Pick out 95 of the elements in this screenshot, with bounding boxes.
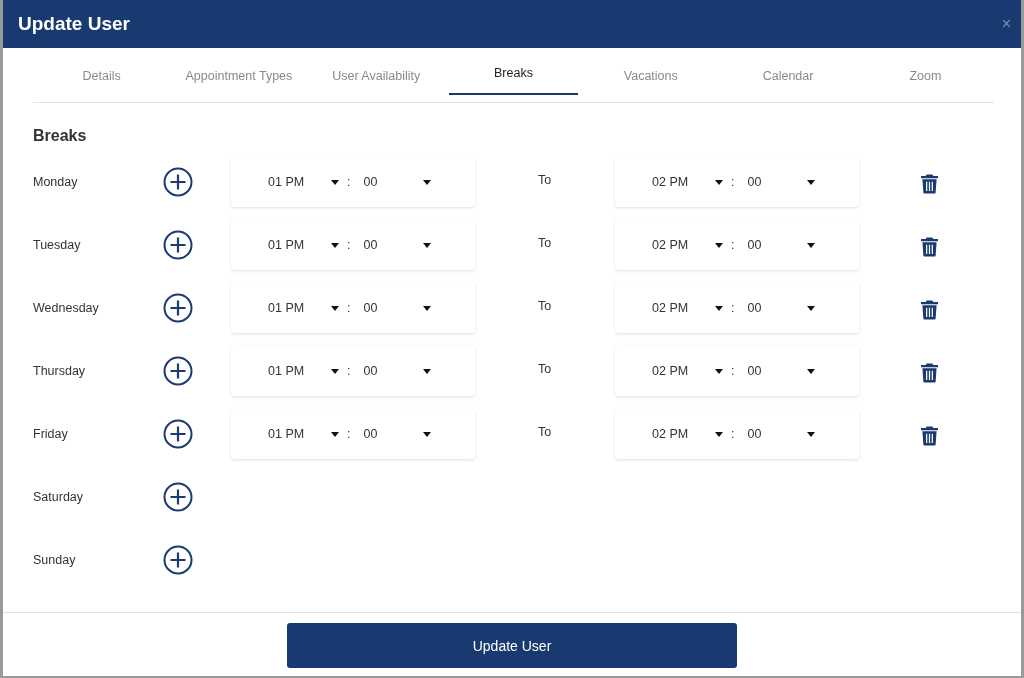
- to-label: To: [537, 172, 553, 187]
- update-user-button[interactable]: Update User: [287, 623, 737, 668]
- minute-select[interactable]: 00: [363, 427, 424, 441]
- trash-icon[interactable]: [921, 300, 938, 320]
- caret-icon: [715, 431, 723, 437]
- to-label: To: [537, 235, 553, 250]
- minute-select[interactable]: 00: [363, 301, 424, 315]
- minute-select[interactable]: 00: [363, 175, 424, 189]
- caret-icon: [331, 305, 339, 311]
- time-picker[interactable]: 02 PM : 00: [615, 409, 859, 459]
- tab[interactable]: Details: [37, 48, 167, 102]
- tab[interactable]: Vacations: [586, 48, 716, 102]
- day-label: Wednesday: [33, 300, 100, 315]
- caret-icon: [331, 368, 339, 374]
- caret-icon: [715, 368, 723, 374]
- caret-icon: [807, 242, 816, 248]
- caret-icon: [715, 179, 723, 185]
- caret-icon: [423, 368, 432, 374]
- caret-icon: [807, 368, 816, 374]
- time-picker[interactable]: 01 PM : 00: [231, 220, 475, 270]
- add-circle-icon[interactable]: [163, 230, 193, 260]
- hour-select[interactable]: 01 PM: [268, 364, 331, 378]
- caret-icon: [331, 179, 339, 185]
- day-label: Sunday: [33, 552, 77, 567]
- hour-select[interactable]: 01 PM: [268, 238, 331, 252]
- caret-icon: [423, 431, 432, 437]
- caret-icon: [807, 431, 816, 437]
- tab[interactable]: Appointment Types: [174, 48, 304, 102]
- window-title: Update User: [18, 13, 130, 35]
- to-label: To: [537, 298, 553, 313]
- time-separator: :: [347, 175, 351, 189]
- time-separator: :: [347, 301, 351, 315]
- day-label: Saturday: [33, 489, 85, 504]
- caret-icon: [423, 305, 432, 311]
- day-label: Tuesday: [33, 237, 82, 252]
- time-picker[interactable]: 01 PM : 00: [231, 157, 475, 207]
- close-button[interactable]: ×: [1001, 15, 1011, 33]
- tab[interactable]: Breaks: [448, 48, 579, 95]
- add-circle-icon[interactable]: [163, 293, 193, 323]
- time-picker[interactable]: 01 PM : 00: [231, 283, 475, 333]
- hour-select[interactable]: 02 PM: [652, 427, 715, 441]
- add-circle-icon[interactable]: [163, 167, 193, 197]
- time-picker[interactable]: 01 PM : 00: [231, 346, 475, 396]
- hour-select[interactable]: 01 PM: [268, 427, 331, 441]
- to-label: To: [537, 424, 553, 439]
- day-label: Thursday: [33, 363, 87, 378]
- caret-icon: [423, 242, 432, 248]
- time-separator: :: [347, 427, 351, 441]
- time-separator: :: [731, 427, 735, 441]
- tab[interactable]: Calendar: [723, 48, 853, 102]
- time-picker[interactable]: 02 PM : 00: [615, 157, 859, 207]
- time-picker[interactable]: 02 PM : 00: [615, 346, 859, 396]
- add-circle-icon[interactable]: [163, 482, 193, 512]
- trash-icon[interactable]: [921, 426, 938, 446]
- tab[interactable]: User Availability: [311, 48, 441, 102]
- hour-select[interactable]: 02 PM: [652, 301, 715, 315]
- time-picker[interactable]: 02 PM : 00: [615, 283, 859, 333]
- day-label: Friday: [33, 426, 69, 441]
- caret-icon: [331, 431, 339, 437]
- trash-icon[interactable]: [921, 363, 938, 383]
- add-circle-icon[interactable]: [163, 545, 193, 575]
- minute-select[interactable]: 00: [747, 427, 808, 441]
- day-label: Monday: [33, 174, 79, 189]
- time-separator: :: [347, 238, 351, 252]
- hour-select[interactable]: 02 PM: [652, 175, 715, 189]
- caret-icon: [715, 305, 723, 311]
- minute-select[interactable]: 00: [363, 364, 424, 378]
- trash-icon[interactable]: [921, 174, 938, 194]
- time-separator: :: [347, 364, 351, 378]
- caret-icon: [807, 305, 816, 311]
- add-circle-icon[interactable]: [163, 356, 193, 386]
- hour-select[interactable]: 02 PM: [652, 238, 715, 252]
- trash-icon[interactable]: [921, 237, 938, 257]
- caret-icon: [331, 242, 339, 248]
- time-separator: :: [731, 364, 735, 378]
- caret-icon: [715, 242, 723, 248]
- time-separator: :: [731, 175, 735, 189]
- hour-select[interactable]: 02 PM: [652, 364, 715, 378]
- time-picker[interactable]: 02 PM : 00: [615, 220, 859, 270]
- add-circle-icon[interactable]: [163, 419, 193, 449]
- to-label: To: [537, 361, 553, 376]
- minute-select[interactable]: 00: [747, 238, 808, 252]
- time-separator: :: [731, 238, 735, 252]
- time-separator: :: [731, 301, 735, 315]
- tab[interactable]: Zoom: [860, 48, 990, 102]
- hour-select[interactable]: 01 PM: [268, 301, 331, 315]
- section-title: Breaks: [33, 127, 88, 145]
- time-picker[interactable]: 01 PM : 00: [231, 409, 475, 459]
- minute-select[interactable]: 00: [363, 238, 424, 252]
- minute-select[interactable]: 00: [747, 175, 808, 189]
- caret-icon: [807, 179, 816, 185]
- minute-select[interactable]: 00: [747, 301, 808, 315]
- caret-icon: [423, 179, 432, 185]
- minute-select[interactable]: 00: [747, 364, 808, 378]
- hour-select[interactable]: 01 PM: [268, 175, 331, 189]
